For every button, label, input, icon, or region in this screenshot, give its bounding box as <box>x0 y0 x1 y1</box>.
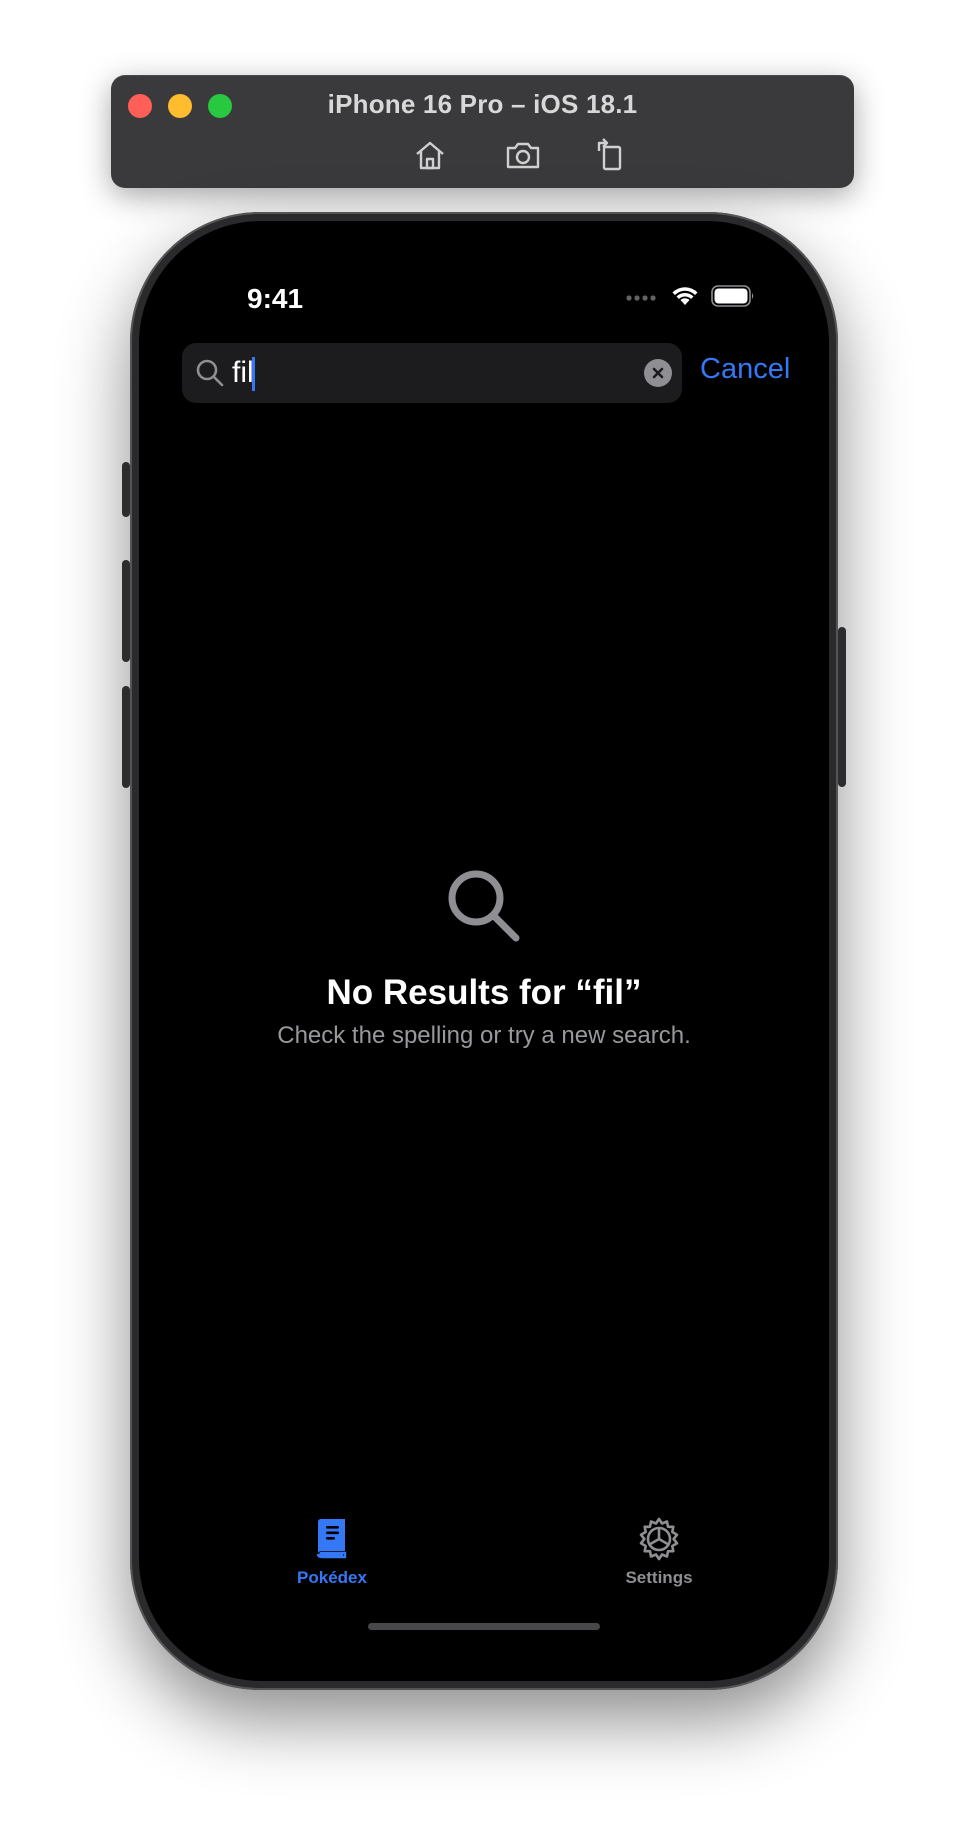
tab-pokedex[interactable]: Pokédex <box>262 1516 402 1588</box>
search-icon <box>194 357 226 389</box>
no-results-title: No Results for “fil” <box>326 973 642 1012</box>
no-results-subtitle: Check the spelling or try a new search. <box>277 1022 691 1049</box>
cancel-button[interactable]: Cancel <box>700 353 790 386</box>
wifi-icon <box>671 285 699 312</box>
magnifying-glass-icon <box>444 866 524 946</box>
home-icon[interactable] <box>410 135 450 175</box>
status-icons <box>625 285 755 312</box>
tab-settings[interactable]: Settings <box>589 1516 729 1588</box>
screenshot-icon[interactable] <box>503 135 543 175</box>
tab-label-pokedex: Pokédex <box>297 1568 367 1587</box>
cellular-signal-icon <box>625 290 659 308</box>
simulator-window: iPhone 16 Pro – iOS 18.1 9:41 fil Cancel… <box>0 0 966 1838</box>
iphone-device-frame: 9:41 fil Cancel No Results for “fil” Che… <box>122 212 846 1690</box>
close-icon <box>652 367 664 379</box>
tab-label-settings: Settings <box>625 1568 693 1587</box>
text-cursor <box>252 357 255 391</box>
gear-icon <box>636 1516 682 1562</box>
volume-down-button <box>122 686 130 788</box>
simulator-title-bar: iPhone 16 Pro – iOS 18.1 <box>111 75 854 188</box>
rotate-icon[interactable] <box>590 135 630 175</box>
search-bar[interactable] <box>182 343 682 403</box>
clear-search-button[interactable] <box>644 359 672 387</box>
side-button <box>838 627 846 787</box>
phone-screen: 9:41 fil Cancel No Results for “fil” Che… <box>139 221 829 1681</box>
home-indicator[interactable] <box>368 1623 600 1630</box>
book-icon <box>309 1516 355 1562</box>
search-input[interactable] <box>232 351 612 395</box>
volume-up-button <box>122 560 130 662</box>
battery-icon <box>711 285 755 312</box>
action-button <box>122 462 130 517</box>
status-time: 9:41 <box>247 283 304 314</box>
simulator-title: iPhone 16 Pro – iOS 18.1 <box>327 89 638 119</box>
